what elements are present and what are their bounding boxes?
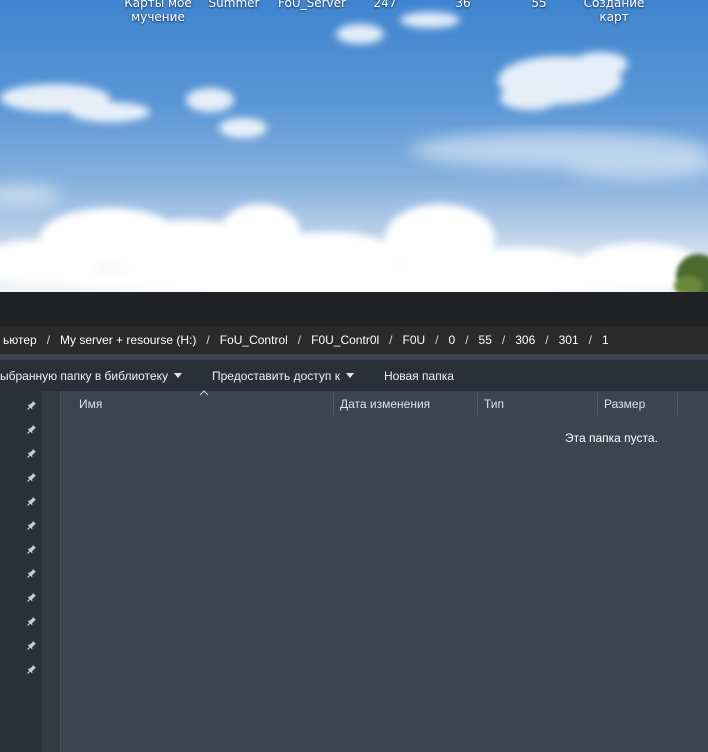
breadcrumb-folder[interactable]: 306 [512, 333, 538, 347]
breadcrumb-folder[interactable]: F0U [400, 333, 429, 347]
breadcrumb-folder[interactable]: 0 [446, 333, 459, 347]
pin-icon[interactable] [26, 613, 40, 627]
pin-icon[interactable] [26, 661, 40, 675]
file-explorer-window: ьютер / My server + resourse (H:) / FoU_… [0, 292, 708, 752]
chevron-down-icon [173, 373, 182, 378]
column-header-type[interactable]: Тип [484, 391, 594, 417]
breadcrumb-separator: / [588, 333, 592, 347]
new-folder-button[interactable]: Новая папка [374, 360, 464, 391]
include-in-library-button[interactable]: ыбранную папку в библиотеку [0, 360, 192, 391]
breadcrumb-separator: / [501, 333, 506, 347]
breadcrumb-current-folder[interactable]: 1 [599, 333, 612, 347]
new-folder-label: Новая папка [383, 368, 454, 383]
breadcrumb-drive[interactable]: My server + resourse (H:) [57, 333, 199, 347]
pin-icon[interactable] [26, 421, 40, 435]
window-titlebar[interactable] [0, 292, 708, 326]
breadcrumb-folder[interactable]: 55 [476, 333, 495, 347]
pin-icon[interactable] [26, 469, 40, 483]
column-divider[interactable] [333, 393, 334, 415]
breadcrumb-folder[interactable]: F0U_Contr0l [308, 333, 382, 347]
pin-icon[interactable] [26, 445, 40, 459]
pin-icon[interactable] [26, 397, 40, 411]
column-header-row: Имя Дата изменения Тип Размер [61, 390, 708, 417]
column-divider[interactable] [477, 393, 478, 415]
column-header-date-modified[interactable]: Дата изменения [340, 391, 475, 417]
pin-icon[interactable] [26, 493, 40, 507]
breadcrumb-separator: / [389, 333, 393, 347]
pane-splitter[interactable] [42, 391, 61, 752]
desktop-icon-label[interactable]: 55 [514, 0, 564, 10]
breadcrumb-folder[interactable]: 301 [556, 333, 582, 347]
breadcrumb-separator: / [465, 333, 469, 347]
breadcrumb-separator: / [206, 333, 210, 347]
breadcrumb-separator: / [545, 333, 549, 347]
pin-icon[interactable] [26, 517, 40, 531]
file-list: Имя Дата изменения Тип Размер Эта папка … [61, 390, 708, 752]
desktop-wallpaper: Карты мое мучение Summer FoU_Server 247 … [0, 0, 708, 292]
address-bar[interactable]: ьютер / My server + resourse (H:) / FoU_… [0, 326, 708, 354]
desktop-icon-label[interactable]: Карты мое мучение [118, 0, 198, 24]
breadcrumb-separator: / [435, 333, 439, 347]
column-header-size[interactable]: Размер [604, 391, 674, 417]
desktop-icon-label[interactable]: Создание карт [578, 0, 650, 24]
breadcrumb-folder[interactable]: FoU_Control [217, 333, 291, 347]
desktop-icon-label[interactable]: FoU_Server [272, 0, 352, 10]
pin-icon[interactable] [26, 565, 40, 579]
pin-icon[interactable] [26, 637, 40, 651]
breadcrumb-separator: / [297, 333, 302, 347]
pin-icon[interactable] [26, 589, 40, 603]
empty-folder-message: Эта папка пуста. [565, 431, 658, 445]
breadcrumb-separator: / [46, 333, 51, 347]
column-header-name[interactable]: Имя [79, 391, 329, 417]
command-toolbar: ыбранную папку в библиотеку Предоставить… [0, 360, 708, 391]
include-in-library-label: ыбранную папку в библиотеку [0, 368, 168, 383]
navigation-pane [0, 391, 42, 752]
column-divider[interactable] [677, 393, 678, 415]
share-with-button[interactable]: Предоставить доступ к [202, 360, 364, 391]
desktop-icon-label[interactable]: 36 [438, 0, 488, 10]
desktop-icon-label[interactable]: 247 [360, 0, 410, 10]
column-divider[interactable] [597, 393, 598, 415]
chevron-down-icon [345, 373, 354, 378]
breadcrumb-computer[interactable]: ьютер [0, 333, 40, 347]
desktop-icon-label[interactable]: Summer [198, 0, 270, 10]
pin-icon[interactable] [26, 541, 40, 555]
sky-clouds-image [0, 12, 708, 292]
share-with-label: Предоставить доступ к [211, 368, 340, 383]
